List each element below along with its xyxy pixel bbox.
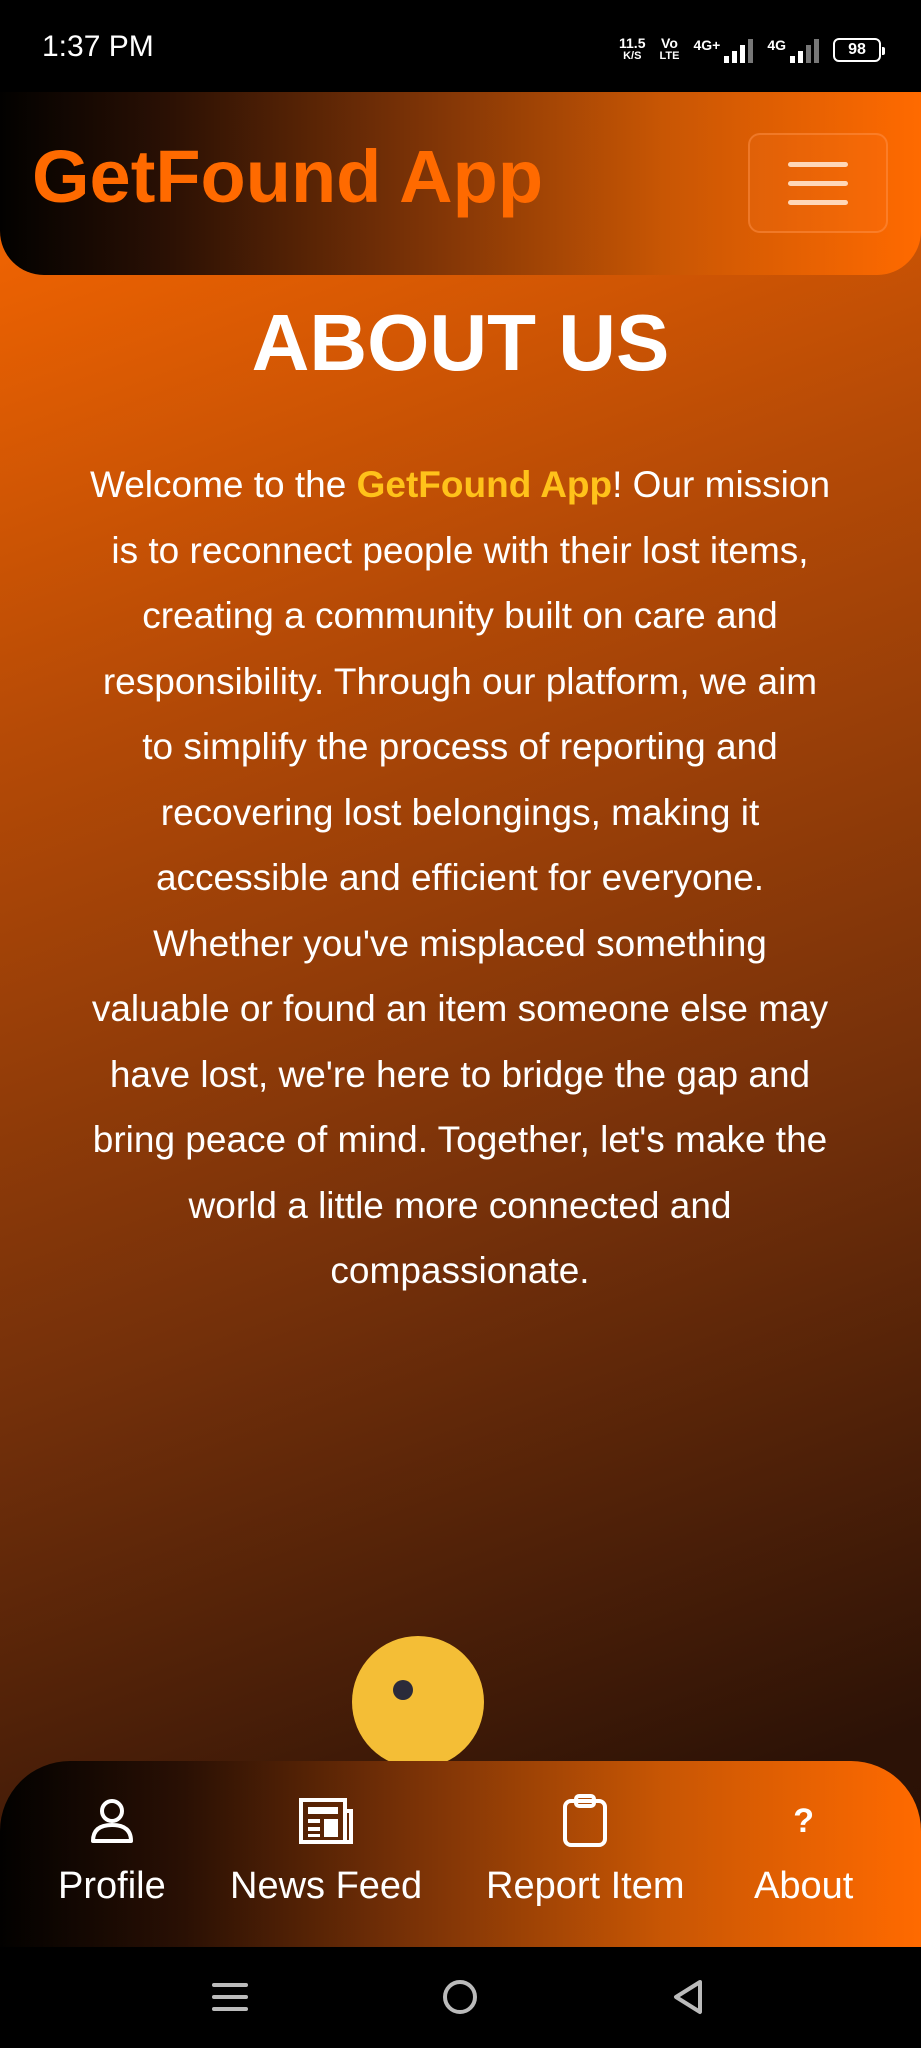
status-bar: 1:37 PM 11.5 K/S Vo LTE 4G+ 4G 98 [0,0,921,92]
newspaper-icon [298,1791,354,1851]
menu-button[interactable] [748,133,888,233]
app-brand[interactable]: GetFound App [32,134,543,219]
back-icon[interactable] [670,1978,706,2016]
home-icon[interactable] [441,1978,479,2016]
system-navigation-bar [0,1947,921,2048]
status-time: 1:37 PM [42,30,154,63]
network-speed: 11.5 K/S [619,35,646,63]
about-app-name: GetFound App [356,464,613,505]
nav-profile[interactable]: Profile [58,1791,166,1908]
volte-top: Vo [661,35,678,51]
status-icons: 11.5 K/S Vo LTE 4G+ 4G 98 [619,30,885,70]
app-header: GetFound App [0,92,921,275]
hamburger-icon-line [788,180,848,186]
nav-report-item[interactable]: Report Item [486,1791,685,1908]
nav-news-feed-label: News Feed [230,1865,423,1907]
sim2-label: 4G [767,37,786,53]
nav-about-label: About [754,1865,854,1907]
question-icon: ? [793,1801,815,1840]
signal-bars-icon [790,37,819,63]
hamburger-icon-line [788,199,848,205]
about-intro-before: Welcome to the [89,464,357,505]
sim1-label: 4G+ [693,37,721,53]
app-screen: GetFound App ABOUT US Welcome to the Get… [0,92,921,1947]
nav-profile-label: Profile [58,1865,166,1907]
battery-icon: 98 [833,38,885,62]
nav-report-item-label: Report Item [486,1865,685,1907]
about-paragraph: Welcome to the GetFound App! Our mission… [85,452,835,1304]
nav-news-feed[interactable]: News Feed [230,1791,422,1908]
sim2-signal: 4G [767,37,819,63]
recents-icon[interactable] [212,1979,248,2015]
network-speed-value: 11.5 [619,35,646,51]
bottom-navigation: Profile News Feed Report Item ? About [0,1761,921,1947]
hamburger-icon [788,161,848,167]
page-title: ABOUT US [251,298,670,387]
signal-bars-icon [724,37,754,63]
user-icon [90,1791,134,1851]
volte-indicator: Vo LTE [659,35,680,63]
volte-bottom: LTE [659,50,680,62]
clipboard-icon [562,1791,608,1851]
battery-level: 98 [848,41,866,58]
network-speed-unit: K/S [623,50,642,62]
nav-about[interactable]: ? About [754,1791,853,1908]
sim1-signal: 4G+ [693,37,754,63]
about-intro-after: ! Our mission is to reconnect people wit… [91,464,831,1291]
